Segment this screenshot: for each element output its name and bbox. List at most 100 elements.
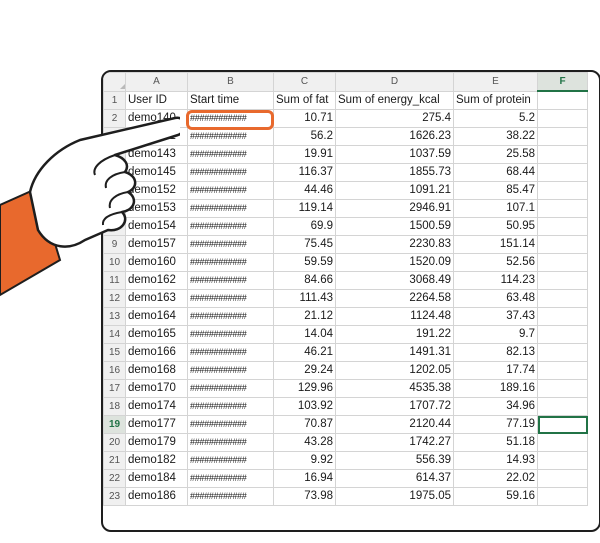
cell-c16[interactable]: 29.24: [273, 361, 336, 380]
cell-b7[interactable]: ############: [187, 199, 274, 218]
cell-e6[interactable]: 85.47: [453, 181, 538, 200]
cell-d1[interactable]: Sum of energy_kcal: [335, 90, 454, 110]
cell-c4[interactable]: 19.91: [273, 145, 336, 164]
cell-b21[interactable]: ############: [187, 451, 274, 470]
cell-c20[interactable]: 43.28: [273, 433, 336, 452]
cell-e18[interactable]: 34.96: [453, 397, 538, 416]
cell-c5[interactable]: 116.37: [273, 163, 336, 182]
cell-d20[interactable]: 1742.27: [335, 433, 454, 452]
cell-b3[interactable]: ############: [187, 127, 274, 146]
cell-b8[interactable]: ############: [187, 217, 274, 236]
select-all-corner[interactable]: [103, 72, 126, 92]
cell-b13[interactable]: ############: [187, 307, 274, 326]
cell-e14[interactable]: 9.7: [453, 325, 538, 344]
cell-f23[interactable]: [537, 487, 588, 506]
cell-c22[interactable]: 16.94: [273, 469, 336, 488]
cell-e7[interactable]: 107.1: [453, 199, 538, 218]
cell-a22[interactable]: demo184: [125, 469, 188, 488]
cell-d5[interactable]: 1855.73: [335, 163, 454, 182]
cell-b4[interactable]: ############: [187, 145, 274, 164]
column-header-b[interactable]: B: [187, 72, 274, 92]
cell-f22[interactable]: [537, 469, 588, 488]
cell-f10[interactable]: [537, 253, 588, 272]
cell-a17[interactable]: demo170: [125, 379, 188, 398]
cell-a1[interactable]: User ID: [125, 90, 188, 110]
cell-c14[interactable]: 14.04: [273, 325, 336, 344]
cell-f1[interactable]: [537, 90, 588, 110]
cell-e12[interactable]: 63.48: [453, 289, 538, 308]
cell-e3[interactable]: 38.22: [453, 127, 538, 146]
cell-e5[interactable]: 68.44: [453, 163, 538, 182]
cell-c19[interactable]: 70.87: [273, 415, 336, 434]
cell-f7[interactable]: [537, 199, 588, 218]
cell-d3[interactable]: 1626.23: [335, 127, 454, 146]
cell-b16[interactable]: ############: [187, 361, 274, 380]
cell-c10[interactable]: 59.59: [273, 253, 336, 272]
row-header[interactable]: 13: [103, 307, 126, 326]
cell-f2[interactable]: [537, 109, 588, 128]
cell-c15[interactable]: 46.21: [273, 343, 336, 362]
cell-d2[interactable]: 275.4: [335, 109, 454, 128]
cell-c8[interactable]: 69.9: [273, 217, 336, 236]
cell-f21[interactable]: [537, 451, 588, 470]
cell-b17[interactable]: ############: [187, 379, 274, 398]
row-header[interactable]: 22: [103, 469, 126, 488]
cell-c11[interactable]: 84.66: [273, 271, 336, 290]
cell-f13[interactable]: [537, 307, 588, 326]
cell-e21[interactable]: 14.93: [453, 451, 538, 470]
row-header[interactable]: 23: [103, 487, 126, 506]
cell-b20[interactable]: ############: [187, 433, 274, 452]
cell-d21[interactable]: 556.39: [335, 451, 454, 470]
cell-b22[interactable]: ############: [187, 469, 274, 488]
cell-f12[interactable]: [537, 289, 588, 308]
cell-d11[interactable]: 3068.49: [335, 271, 454, 290]
cell-d23[interactable]: 1975.05: [335, 487, 454, 506]
cell-d14[interactable]: 191.22: [335, 325, 454, 344]
cell-b18[interactable]: ############: [187, 397, 274, 416]
cell-c17[interactable]: 129.96: [273, 379, 336, 398]
row-header[interactable]: 15: [103, 343, 126, 362]
column-header-f[interactable]: F: [537, 72, 588, 92]
cell-e23[interactable]: 59.16: [453, 487, 538, 506]
row-header[interactable]: 20: [103, 433, 126, 452]
cell-a20[interactable]: demo179: [125, 433, 188, 452]
cell-e2[interactable]: 5.2: [453, 109, 538, 128]
cell-d18[interactable]: 1707.72: [335, 397, 454, 416]
cell-e9[interactable]: 151.14: [453, 235, 538, 254]
cell-d19[interactable]: 2120.44: [335, 415, 454, 434]
cell-e13[interactable]: 37.43: [453, 307, 538, 326]
cell-f11[interactable]: [537, 271, 588, 290]
cell-e19[interactable]: 77.19: [453, 415, 538, 434]
cell-c7[interactable]: 119.14: [273, 199, 336, 218]
cell-d6[interactable]: 1091.21: [335, 181, 454, 200]
cell-a16[interactable]: demo168: [125, 361, 188, 380]
cell-f3[interactable]: [537, 127, 588, 146]
cell-e20[interactable]: 51.18: [453, 433, 538, 452]
cell-d8[interactable]: 1500.59: [335, 217, 454, 236]
row-header[interactable]: 1: [103, 90, 126, 110]
cell-b9[interactable]: ############: [187, 235, 274, 254]
cell-b5[interactable]: ############: [187, 163, 274, 182]
cell-b11[interactable]: ############: [187, 271, 274, 290]
cell-c13[interactable]: 21.12: [273, 307, 336, 326]
column-header-e[interactable]: E: [453, 72, 538, 92]
row-header[interactable]: 18: [103, 397, 126, 416]
cell-b10[interactable]: ############: [187, 253, 274, 272]
cell-d10[interactable]: 1520.09: [335, 253, 454, 272]
cell-b14[interactable]: ############: [187, 325, 274, 344]
cell-e17[interactable]: 189.16: [453, 379, 538, 398]
cell-f19[interactable]: [537, 415, 588, 434]
column-header-d[interactable]: D: [335, 72, 454, 92]
cell-f8[interactable]: [537, 217, 588, 236]
column-header-a[interactable]: A: [125, 72, 188, 92]
cell-d16[interactable]: 1202.05: [335, 361, 454, 380]
cell-d17[interactable]: 4535.38: [335, 379, 454, 398]
cell-d4[interactable]: 1037.59: [335, 145, 454, 164]
cell-f5[interactable]: [537, 163, 588, 182]
cell-f18[interactable]: [537, 397, 588, 416]
cell-b12[interactable]: ############: [187, 289, 274, 308]
cell-e1[interactable]: Sum of protein: [453, 90, 538, 110]
cell-e8[interactable]: 50.95: [453, 217, 538, 236]
cell-b23[interactable]: ############: [187, 487, 274, 506]
cell-c1[interactable]: Sum of fat: [273, 90, 336, 110]
